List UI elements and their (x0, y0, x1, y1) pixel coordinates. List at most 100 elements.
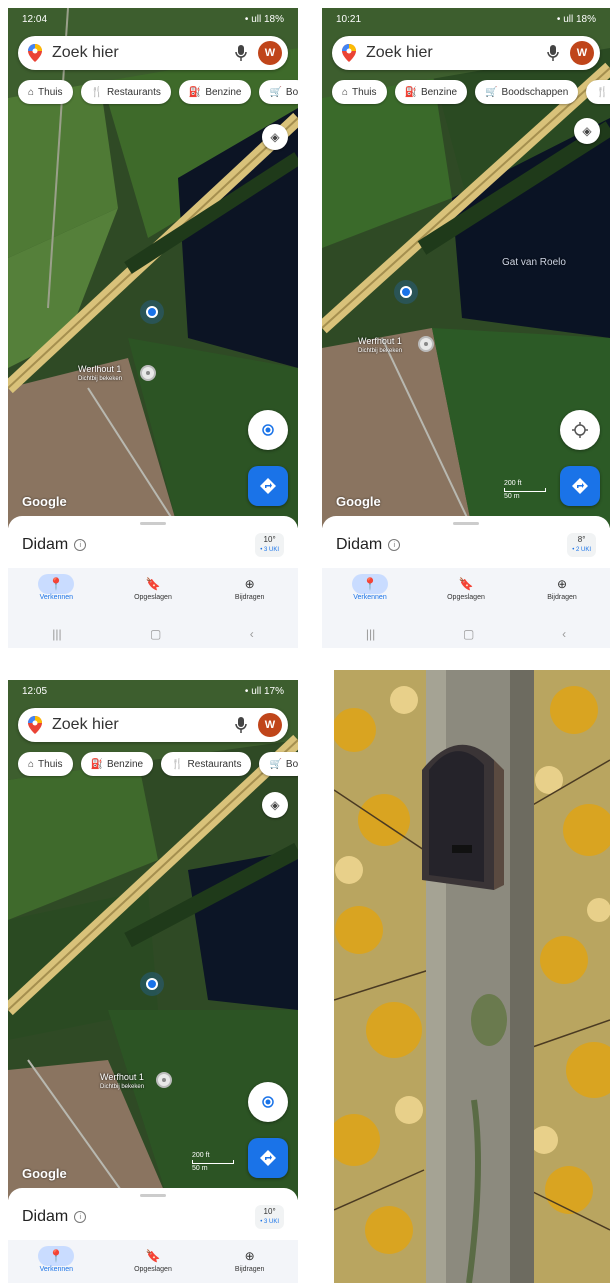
weather-widget[interactable]: 10° • 3 UKI (255, 1205, 284, 1229)
place-pin[interactable] (156, 1072, 172, 1088)
search-bar[interactable]: Zoek hier W (332, 36, 600, 70)
layers-button[interactable]: ◈ (262, 124, 288, 150)
nav-label: Opgeslagen (134, 594, 172, 601)
account-avatar[interactable]: W (258, 41, 282, 65)
search-input[interactable]: Zoek hier (52, 716, 234, 734)
explore-pin-icon: 📍 (38, 1246, 75, 1266)
restaurant-icon: 🍴 (171, 758, 184, 770)
weather-widget[interactable]: 8° • 2 UKI (567, 533, 596, 557)
place-label[interactable]: Werlhout 1 Dichtbij bekeken (78, 364, 122, 384)
home-square-icon[interactable]: ▢ (150, 627, 161, 641)
place-pin[interactable] (140, 365, 156, 381)
my-location-button[interactable] (248, 410, 288, 450)
gas-icon: ⛽ (188, 86, 202, 98)
lake-label: Gat van Roelo (502, 257, 566, 268)
map-scale: 200 ft 50 m (192, 1152, 234, 1172)
microphone-icon[interactable] (234, 716, 248, 734)
google-logo: Google (22, 494, 67, 509)
my-location-button[interactable] (560, 410, 600, 450)
chip-gas[interactable]: ⛽ Benzine (394, 80, 468, 104)
layers-button[interactable]: ◈ (262, 792, 288, 818)
home-icon: ⌂ (342, 86, 349, 98)
chip-label: Benzine (205, 86, 242, 98)
chip-home[interactable]: ⌂ Thuis (18, 80, 73, 104)
directions-button[interactable] (248, 466, 288, 506)
gas-icon: ⛽ (90, 758, 103, 770)
place-label[interactable]: Werfhout 1 Dichtbij bekeken (100, 1072, 144, 1092)
info-icon[interactable]: i (74, 539, 87, 551)
chip-home[interactable]: ⌂ Thuis (332, 80, 387, 104)
nav-label: Bijdragen (547, 594, 577, 601)
chip-home[interactable]: ⌂ Thuis (18, 752, 73, 776)
search-bar[interactable]: Zoek hier W (18, 708, 288, 742)
restaurant-icon: 🍴 (90, 86, 103, 98)
back-icon[interactable]: ‹ (562, 627, 566, 641)
my-location-button[interactable] (248, 1082, 288, 1122)
category-chips: ⌂ Thuis 🍴 Restaurants ⛽ Benzine 🛒 Bo (18, 80, 298, 104)
nav-explore[interactable]: 📍 Verkennen (8, 568, 104, 620)
account-avatar[interactable]: W (570, 41, 594, 65)
back-icon[interactable]: ‹ (250, 627, 254, 641)
nav-explore[interactable]: 📍 Verkennen (8, 1240, 104, 1283)
chip-label: Restaurants (187, 758, 242, 770)
directions-button[interactable] (560, 466, 600, 506)
chip-groceries[interactable]: 🛒 Bo (259, 80, 298, 104)
place-name: Werfhout 1 (100, 1072, 144, 1082)
nav-explore[interactable]: 📍 Verkennen (322, 568, 417, 620)
restaurant-icon: 🍴 (596, 86, 609, 98)
chip-gas[interactable]: ⛽ Benzine (178, 80, 252, 104)
maps-screenshot-2: 10:21 • ull 18% Zoek hier W ⌂ Thuis ⛽ Benz… (322, 8, 610, 648)
nav-saved[interactable]: 🔖 Opgeslagen (418, 568, 513, 620)
bottom-nav: 📍 Verkennen 🔖 Opgeslagen ⊕ Bijdragen (8, 568, 298, 620)
layers-button[interactable]: ◈ (574, 118, 600, 144)
chip-groceries[interactable]: 🛒 Boodschappen (475, 80, 579, 104)
recents-icon[interactable]: ||| (52, 627, 61, 641)
status-time: 12:04 (22, 13, 48, 25)
maps-pin-icon (342, 44, 356, 62)
nav-label: Bijdragen (234, 594, 265, 601)
place-pin[interactable] (418, 336, 434, 352)
recents-icon[interactable]: ||| (366, 627, 375, 641)
bottom-sheet[interactable]: Didam i 8° • 2 UKI (322, 516, 610, 576)
category-chips: ⌂ Thuis ⛽ Benzine 🛒 Boodschappen 🍴 (332, 80, 610, 104)
directions-icon (260, 1150, 276, 1166)
layers-icon: ◈ (582, 124, 592, 138)
nav-label: Verkennen (39, 594, 74, 601)
chip-gas[interactable]: ⛽ Benzine (80, 752, 154, 776)
search-input[interactable]: Zoek hier (366, 44, 546, 62)
chip-restaurants[interactable]: 🍴 Restaurants (161, 752, 252, 776)
bottom-sheet[interactable]: Didam i 10° • 3 UKI (8, 516, 298, 576)
nav-contribute[interactable]: ⊕ Bijdragen (514, 568, 609, 620)
chip-groceries[interactable]: 🛒 Bo (259, 752, 298, 776)
current-location-dot (146, 978, 158, 990)
status-bar: 12:04 • ull 18% (8, 8, 298, 30)
nav-label: Opgeslagen (134, 1266, 172, 1273)
nav-contribute[interactable]: ⊕ Bijdragen (202, 1240, 298, 1283)
home-square-icon[interactable]: ▢ (463, 627, 474, 641)
info-icon[interactable]: i (74, 1211, 87, 1223)
status-bar: 10:21 • ull 18% (322, 8, 610, 30)
bottom-sheet[interactable]: Didam i 10° • 3 UKI (8, 1188, 298, 1248)
microphone-icon[interactable] (234, 44, 248, 62)
crosshair-icon (262, 1096, 274, 1108)
weather-widget[interactable]: 10° • 3 UKI (255, 533, 284, 557)
nav-contribute[interactable]: ⊕ Bijdragen (202, 568, 298, 620)
microphone-icon[interactable] (546, 44, 560, 62)
place-name: Werlhout 1 (78, 364, 122, 374)
nav-saved[interactable]: 🔖 Opgeslagen (105, 1240, 201, 1283)
location-off-icon (572, 422, 588, 438)
scale-metric: 50 m (192, 1165, 208, 1172)
search-input[interactable]: Zoek hier (52, 44, 234, 62)
directions-icon (260, 478, 276, 494)
place-label[interactable]: Werfhout 1 Dichtbij bekeken (358, 336, 402, 356)
info-icon[interactable]: i (388, 539, 401, 551)
directions-button[interactable] (248, 1138, 288, 1178)
bookmark-icon: 🔖 (458, 577, 474, 591)
chip-restaurants[interactable]: 🍴 Restaurants (80, 80, 171, 104)
nav-label: Opgeslagen (447, 594, 485, 601)
nav-saved[interactable]: 🔖 Opgeslagen (105, 568, 201, 620)
account-avatar[interactable]: W (258, 713, 282, 737)
search-bar[interactable]: Zoek hier W (18, 36, 288, 70)
home-icon: ⌂ (28, 758, 35, 770)
chip-restaurants[interactable]: 🍴 (586, 80, 610, 104)
